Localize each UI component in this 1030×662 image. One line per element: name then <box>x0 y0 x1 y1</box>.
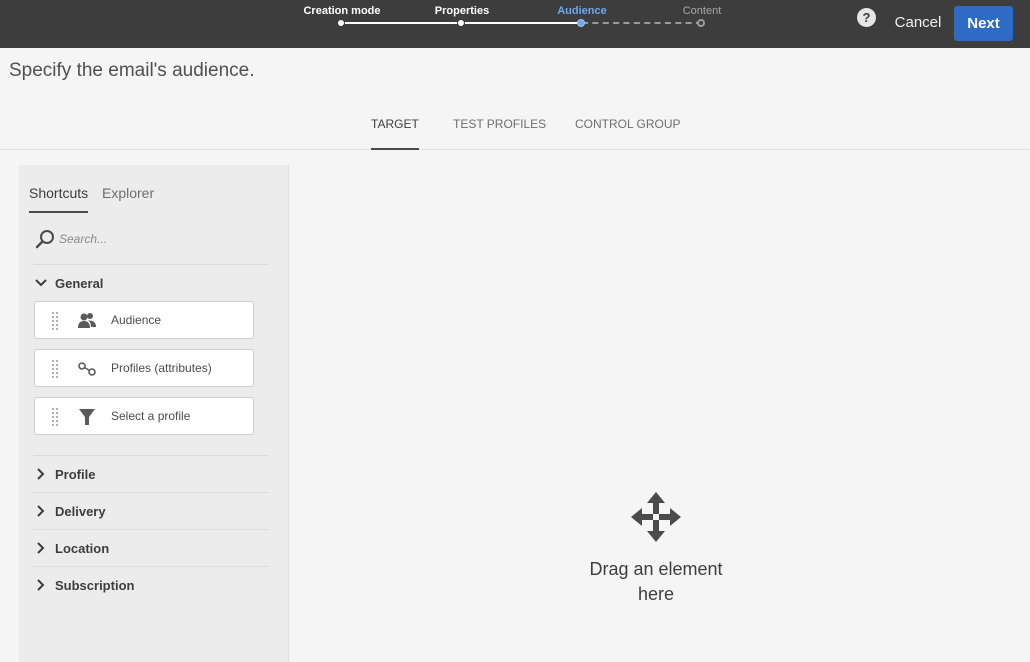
step-connector <box>342 22 462 24</box>
wizard-bar: Creation mode Properties Audience Conten… <box>0 0 1030 48</box>
chevron-right-icon <box>37 468 45 480</box>
palette-item-label: Select a profile <box>111 409 191 423</box>
audience-tabs: TARGET TEST PROFILES CONTROL GROUP <box>0 110 1030 150</box>
drag-handle-icon <box>52 312 58 330</box>
chevron-down-icon <box>35 279 47 287</box>
chevron-right-icon <box>37 505 45 517</box>
chevron-right-icon <box>37 579 45 591</box>
step-label-content: Content <box>682 5 722 17</box>
drag-handle-icon <box>52 408 58 426</box>
audience-icon <box>78 313 96 328</box>
step-dot-audience <box>577 19 585 27</box>
palette-tab-shortcuts[interactable]: Shortcuts <box>29 185 89 213</box>
chevron-right-icon <box>37 542 45 554</box>
palette-item-label: Audience <box>111 313 162 327</box>
step-dot-properties <box>457 19 465 27</box>
drag-handle-icon <box>52 360 58 378</box>
step-connector <box>462 22 582 24</box>
tab-test-profiles[interactable]: TEST PROFILES <box>453 117 546 150</box>
section-label: Delivery <box>55 503 106 519</box>
section-label: Profile <box>55 466 96 482</box>
palette-search <box>33 225 269 265</box>
section-label: General <box>55 275 104 291</box>
step-dot-creation-mode <box>337 19 345 27</box>
palette-item-label: Profiles (attributes) <box>111 361 212 375</box>
palette-tab-explorer[interactable]: Explorer <box>102 185 154 213</box>
wizard-steps: Creation mode Properties Audience Conten… <box>300 0 740 48</box>
step-label-creation-mode: Creation mode <box>303 5 381 17</box>
step-dot-content <box>697 19 705 27</box>
palette-item-select-profile[interactable]: Select a profile <box>34 397 254 435</box>
filter-icon <box>79 409 95 425</box>
profiles-attributes-icon <box>78 362 96 376</box>
search-input[interactable] <box>59 229 259 249</box>
query-palette: Shortcuts Explorer General Audience <box>19 165 289 662</box>
query-drop-zone[interactable]: Drag an element here <box>289 165 1030 662</box>
palette-item-audience[interactable]: Audience <box>34 301 254 339</box>
help-icon[interactable]: ? <box>857 8 876 27</box>
section-label: Location <box>55 540 110 556</box>
page-title: Specify the email's audience. <box>9 60 255 81</box>
move-icon <box>631 492 681 542</box>
section-label: Subscription <box>55 577 135 593</box>
section-general[interactable]: General <box>33 265 269 301</box>
drop-zone-hint: Drag an element here <box>589 559 723 604</box>
tab-control-group[interactable]: CONTROL GROUP <box>575 117 681 150</box>
step-label-properties: Properties <box>434 5 490 17</box>
cancel-button[interactable]: Cancel <box>890 6 946 40</box>
search-icon <box>35 230 54 249</box>
step-connector <box>582 22 702 24</box>
section-delivery[interactable]: Delivery <box>33 493 269 529</box>
next-button[interactable]: Next <box>954 6 1013 41</box>
palette-item-profiles-attributes[interactable]: Profiles (attributes) <box>34 349 254 387</box>
section-profile[interactable]: Profile <box>33 456 269 492</box>
section-subscription[interactable]: Subscription <box>33 567 269 603</box>
step-label-audience: Audience <box>557 5 607 17</box>
section-location[interactable]: Location <box>33 530 269 566</box>
tab-target[interactable]: TARGET <box>371 117 419 150</box>
